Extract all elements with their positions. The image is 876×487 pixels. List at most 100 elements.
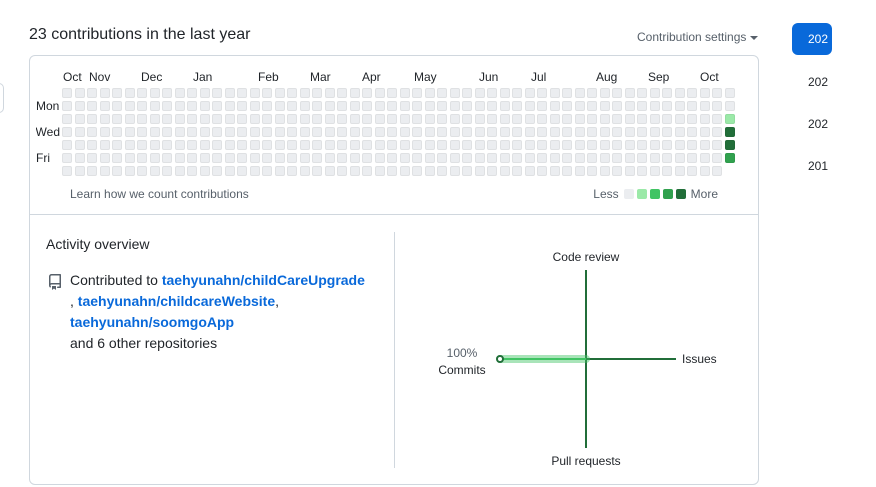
contribution-day-cell[interactable] — [662, 88, 672, 98]
contribution-day-cell[interactable] — [512, 114, 522, 124]
contribution-day-cell[interactable] — [674, 101, 685, 111]
contribution-day-cell[interactable] — [174, 140, 185, 150]
contribution-day-cell[interactable] — [287, 114, 297, 124]
contribution-day-cell[interactable] — [562, 140, 572, 150]
contribution-day-cell[interactable] — [237, 153, 247, 163]
contribution-day-cell[interactable] — [587, 166, 597, 176]
contribution-day-cell[interactable] — [674, 114, 685, 124]
contribution-day-cell[interactable] — [687, 101, 697, 111]
contribution-day-cell[interactable] — [599, 140, 610, 150]
contribution-day-cell[interactable] — [199, 166, 210, 176]
contribution-day-cell[interactable] — [262, 114, 272, 124]
contribution-day-cell[interactable] — [574, 101, 585, 111]
contribution-day-cell[interactable] — [374, 140, 385, 150]
contribution-day-cell[interactable] — [499, 101, 510, 111]
contribution-day-cell[interactable] — [724, 153, 735, 163]
contribution-day-cell[interactable] — [99, 127, 110, 137]
contribution-day-cell[interactable] — [249, 166, 260, 176]
contribution-day-cell[interactable] — [274, 114, 285, 124]
contribution-day-cell[interactable] — [674, 140, 685, 150]
contribution-day-cell[interactable] — [637, 88, 647, 98]
contribution-day-cell[interactable] — [299, 166, 310, 176]
contribution-day-cell[interactable] — [624, 140, 635, 150]
contribution-day-cell[interactable] — [587, 114, 597, 124]
year-selector-active[interactable]: 202 — [792, 23, 832, 55]
contribution-day-cell[interactable] — [449, 140, 460, 150]
repo-link-childcarewebsite[interactable]: taehyunahn/childcareWebsite — [78, 293, 275, 309]
contribution-day-cell[interactable] — [74, 114, 85, 124]
contribution-day-cell[interactable] — [599, 101, 610, 111]
contribution-day-cell[interactable] — [699, 101, 710, 111]
contribution-day-cell[interactable] — [724, 88, 735, 98]
contribution-day-cell[interactable] — [487, 166, 497, 176]
contribution-day-cell[interactable] — [112, 166, 122, 176]
contribution-day-cell[interactable] — [524, 101, 535, 111]
contribution-day-cell[interactable] — [324, 140, 335, 150]
contribution-day-cell[interactable] — [724, 114, 735, 124]
contribution-day-cell[interactable] — [349, 88, 360, 98]
contribution-day-cell[interactable] — [87, 140, 97, 150]
contribution-day-cell[interactable] — [287, 166, 297, 176]
contribution-day-cell[interactable] — [412, 140, 422, 150]
contribution-day-cell[interactable] — [649, 127, 660, 137]
contribution-day-cell[interactable] — [437, 101, 447, 111]
contribution-day-cell[interactable] — [424, 127, 435, 137]
contribution-day-cell[interactable] — [287, 88, 297, 98]
contribution-day-cell[interactable] — [187, 166, 197, 176]
contribution-day-cell[interactable] — [262, 101, 272, 111]
contribution-day-cell[interactable] — [699, 114, 710, 124]
contribution-day-cell[interactable] — [662, 127, 672, 137]
contribution-day-cell[interactable] — [174, 101, 185, 111]
contribution-day-cell[interactable] — [537, 114, 547, 124]
contribution-day-cell[interactable] — [599, 114, 610, 124]
contribution-day-cell[interactable] — [649, 153, 660, 163]
contribution-day-cell[interactable] — [312, 153, 322, 163]
contribution-day-cell[interactable] — [512, 127, 522, 137]
contribution-day-cell[interactable] — [287, 140, 297, 150]
contribution-day-cell[interactable] — [312, 114, 322, 124]
contribution-day-cell[interactable] — [224, 166, 235, 176]
contribution-day-cell[interactable] — [87, 127, 97, 137]
contribution-day-cell[interactable] — [74, 140, 85, 150]
contribution-day-cell[interactable] — [474, 127, 485, 137]
contribution-day-cell[interactable] — [399, 166, 410, 176]
contribution-day-cell[interactable] — [149, 166, 160, 176]
contribution-day-cell[interactable] — [624, 114, 635, 124]
contribution-day-cell[interactable] — [299, 114, 310, 124]
contribution-day-cell[interactable] — [262, 88, 272, 98]
contribution-day-cell[interactable] — [649, 140, 660, 150]
contribution-day-cell[interactable] — [224, 101, 235, 111]
contribution-day-cell[interactable] — [74, 88, 85, 98]
contribution-day-cell[interactable] — [74, 153, 85, 163]
contribution-day-cell[interactable] — [437, 114, 447, 124]
contribution-day-cell[interactable] — [699, 166, 710, 176]
contribution-day-cell[interactable] — [412, 101, 422, 111]
contribution-day-cell[interactable] — [399, 101, 410, 111]
contribution-day-cell[interactable] — [537, 101, 547, 111]
contribution-day-cell[interactable] — [237, 166, 247, 176]
contribution-day-cell[interactable] — [137, 114, 147, 124]
contribution-day-cell[interactable] — [299, 127, 310, 137]
contribution-day-cell[interactable] — [399, 114, 410, 124]
contribution-day-cell[interactable] — [562, 114, 572, 124]
contribution-day-cell[interactable] — [162, 166, 172, 176]
contribution-day-cell[interactable] — [612, 166, 622, 176]
contribution-day-cell[interactable] — [349, 166, 360, 176]
contribution-day-cell[interactable] — [637, 153, 647, 163]
contribution-day-cell[interactable] — [574, 88, 585, 98]
contribution-day-cell[interactable] — [224, 88, 235, 98]
contribution-day-cell[interactable] — [137, 88, 147, 98]
contribution-day-cell[interactable] — [87, 153, 97, 163]
contribution-day-cell[interactable] — [299, 153, 310, 163]
contribution-day-cell[interactable] — [637, 114, 647, 124]
contribution-day-cell[interactable] — [499, 140, 510, 150]
contribution-day-cell[interactable] — [712, 101, 722, 111]
contribution-day-cell[interactable] — [562, 101, 572, 111]
contribution-day-cell[interactable] — [674, 127, 685, 137]
contribution-day-cell[interactable] — [587, 153, 597, 163]
contribution-day-cell[interactable] — [462, 127, 472, 137]
contribution-day-cell[interactable] — [262, 140, 272, 150]
contribution-day-cell[interactable] — [87, 88, 97, 98]
contribution-day-cell[interactable] — [62, 166, 72, 176]
contribution-day-cell[interactable] — [199, 114, 210, 124]
